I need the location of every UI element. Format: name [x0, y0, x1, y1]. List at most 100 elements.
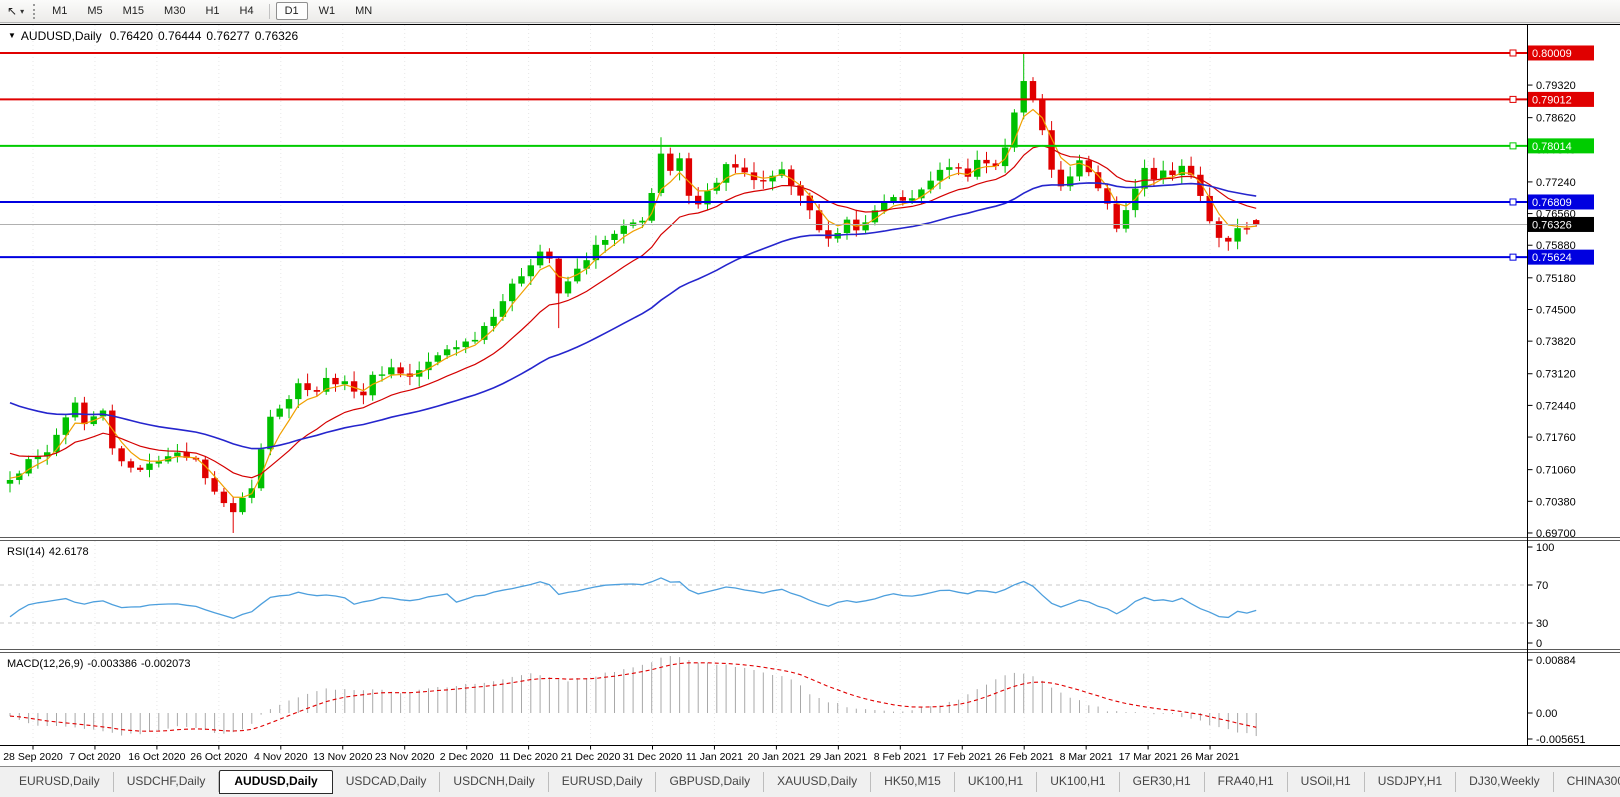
- bull-candle: [295, 383, 302, 400]
- bull-candle: [1001, 147, 1009, 167]
- timeframe-button-h4[interactable]: H4: [231, 2, 263, 20]
- tab-uk100-h1[interactable]: UK100,H1: [1037, 772, 1120, 792]
- tab-usdcad-daily[interactable]: USDCAD,Daily: [333, 772, 441, 792]
- svg-text:28 Sep 2020: 28 Sep 2020: [3, 751, 63, 763]
- bull-candle: [369, 374, 376, 396]
- crosshair-cursor-icon: ↖: [7, 4, 18, 18]
- svg-text:0.76326: 0.76326: [1532, 219, 1572, 231]
- ohlc-close: 0.76326: [254, 29, 299, 43]
- bull-candle: [946, 167, 953, 170]
- svg-text:0.78014: 0.78014: [1532, 141, 1572, 153]
- svg-text:0.74500: 0.74500: [1536, 304, 1576, 316]
- tab-hk50-m15[interactable]: HK50,M15: [871, 772, 955, 792]
- svg-text:0.77240: 0.77240: [1536, 177, 1576, 189]
- timeframe-button-group: M1 M5 M15 M30 H1 H4 D1 W1 MN: [42, 2, 382, 20]
- svg-text:0.71060: 0.71060: [1536, 465, 1576, 477]
- svg-text:30: 30: [1536, 618, 1548, 630]
- svg-text:2 Dec 2020: 2 Dec 2020: [440, 751, 494, 763]
- chevron-down-icon: ▾: [20, 6, 25, 16]
- timeframe-button-h1[interactable]: H1: [196, 2, 228, 20]
- bear-candle: [1150, 167, 1158, 180]
- tab-xauusd-daily[interactable]: XAUUSD,Daily: [764, 772, 872, 792]
- bear-candle: [211, 478, 218, 492]
- bear-candle: [667, 153, 674, 171]
- bull-candle: [620, 225, 627, 234]
- timeframe-button-m30[interactable]: M30: [155, 2, 194, 20]
- svg-text:0.73120: 0.73120: [1536, 369, 1576, 381]
- bear-candle: [220, 491, 228, 504]
- svg-text:26 Feb 2021: 26 Feb 2021: [995, 751, 1054, 763]
- svg-text:17 Feb 2021: 17 Feb 2021: [933, 751, 992, 763]
- timeframe-button-m15[interactable]: M15: [114, 2, 153, 20]
- bull-candle: [388, 367, 395, 375]
- svg-text:0.00: 0.00: [1536, 708, 1557, 720]
- tab-audusd-daily[interactable]: AUDUSD,Daily: [219, 770, 333, 794]
- timeframe-button-m1[interactable]: M1: [43, 2, 76, 20]
- bear-candle: [760, 180, 767, 182]
- bull-candle: [843, 219, 851, 233]
- bear-candle: [332, 377, 339, 385]
- bear-candle: [313, 390, 321, 392]
- bear-candle: [1225, 237, 1232, 242]
- tab-china300-h1[interactable]: CHINA300,H1: [1554, 772, 1620, 792]
- price-label-0.78014: 0.78014: [1528, 138, 1594, 154]
- bear-candle: [81, 402, 88, 425]
- tab-usdcnh-daily[interactable]: USDCNH,Daily: [440, 772, 549, 792]
- bear-candle: [397, 367, 404, 374]
- bull-candle: [936, 169, 944, 181]
- tab-usdchf-daily[interactable]: USDCHF,Daily: [114, 772, 220, 792]
- tab-uk100-h1[interactable]: UK100,H1: [955, 772, 1038, 792]
- svg-text:-0.005651: -0.005651: [1536, 734, 1586, 746]
- bull-candle: [676, 158, 683, 171]
- bull-candle: [490, 316, 497, 326]
- tab-fra40-h1[interactable]: FRA40,H1: [1205, 772, 1288, 792]
- toolbar-grip[interactable]: [33, 3, 36, 19]
- price-label-0.76809: 0.76809: [1528, 194, 1594, 210]
- tab-usdjpy-h1[interactable]: USDJPY,H1: [1365, 772, 1457, 792]
- macd-name: MACD(12,26,9): [7, 658, 84, 670]
- bull-candle: [174, 452, 181, 457]
- tab-dj30-weekly[interactable]: DJ30,Weekly: [1456, 772, 1554, 792]
- svg-text:0.78620: 0.78620: [1536, 113, 1576, 125]
- svg-text:8 Mar 2021: 8 Mar 2021: [1060, 751, 1113, 763]
- tab-eurusd-daily[interactable]: EURUSD,Daily: [6, 772, 114, 792]
- price-label-0.75624: 0.75624: [1528, 249, 1594, 265]
- svg-text:0.76809: 0.76809: [1532, 197, 1572, 209]
- bear-candle: [230, 503, 237, 513]
- toolbar: ↖ ▾ M1 M5 M15 M30 H1 H4 D1 W1 MN: [0, 0, 1620, 23]
- chart-background: [0, 24, 1620, 766]
- svg-text:0.75624: 0.75624: [1532, 252, 1572, 264]
- tab-ger30-h1[interactable]: GER30,H1: [1120, 772, 1205, 792]
- bear-candle: [815, 210, 823, 231]
- cursor-tool-button[interactable]: ↖ ▾: [4, 4, 27, 18]
- bear-candle: [1215, 221, 1223, 238]
- bull-candle: [611, 233, 618, 240]
- tab-gbpusd-daily[interactable]: GBPUSD,Daily: [656, 772, 765, 792]
- chart-canvas[interactable]: 28 Sep 2020 7 Oct 2020 16 Oct 2020 26 Oct 2…: [0, 0, 1620, 797]
- macd-indicator-label: MACD(12,26,9) -0.003386 -0.002073: [7, 658, 195, 670]
- tab-eurusd-daily[interactable]: EURUSD,Daily: [549, 772, 657, 792]
- rsi-name: RSI(14): [7, 546, 45, 558]
- bear-candle: [1039, 98, 1046, 131]
- svg-text:0: 0: [1536, 638, 1542, 650]
- svg-text:0.80009: 0.80009: [1532, 48, 1572, 60]
- bull-candle: [881, 202, 888, 211]
- svg-text:0.79012: 0.79012: [1532, 94, 1572, 106]
- timeframe-button-mn[interactable]: MN: [346, 2, 381, 20]
- rsi-indicator-label: RSI(14) 42.6178: [7, 546, 93, 558]
- svg-text:0.00884: 0.00884: [1536, 655, 1576, 667]
- timeframe-button-d1[interactable]: D1: [275, 2, 308, 20]
- ohlc-high: 0.76444: [158, 29, 202, 43]
- svg-text:0.72440: 0.72440: [1536, 400, 1576, 412]
- bull-candle: [583, 260, 590, 269]
- ohlc-open: 0.76420: [109, 29, 153, 43]
- timeframe-button-w1[interactable]: W1: [310, 2, 345, 20]
- bull-candle: [285, 399, 293, 409]
- timeframe-button-m5[interactable]: M5: [78, 2, 111, 20]
- svg-text:16 Oct 2020: 16 Oct 2020: [128, 751, 185, 763]
- bear-candle: [304, 383, 311, 391]
- tab-usoil-h1[interactable]: USOil,H1: [1288, 772, 1365, 792]
- bull-candle: [1011, 112, 1018, 148]
- bear-candle: [685, 158, 693, 196]
- svg-text:20 Jan 2021: 20 Jan 2021: [747, 751, 805, 763]
